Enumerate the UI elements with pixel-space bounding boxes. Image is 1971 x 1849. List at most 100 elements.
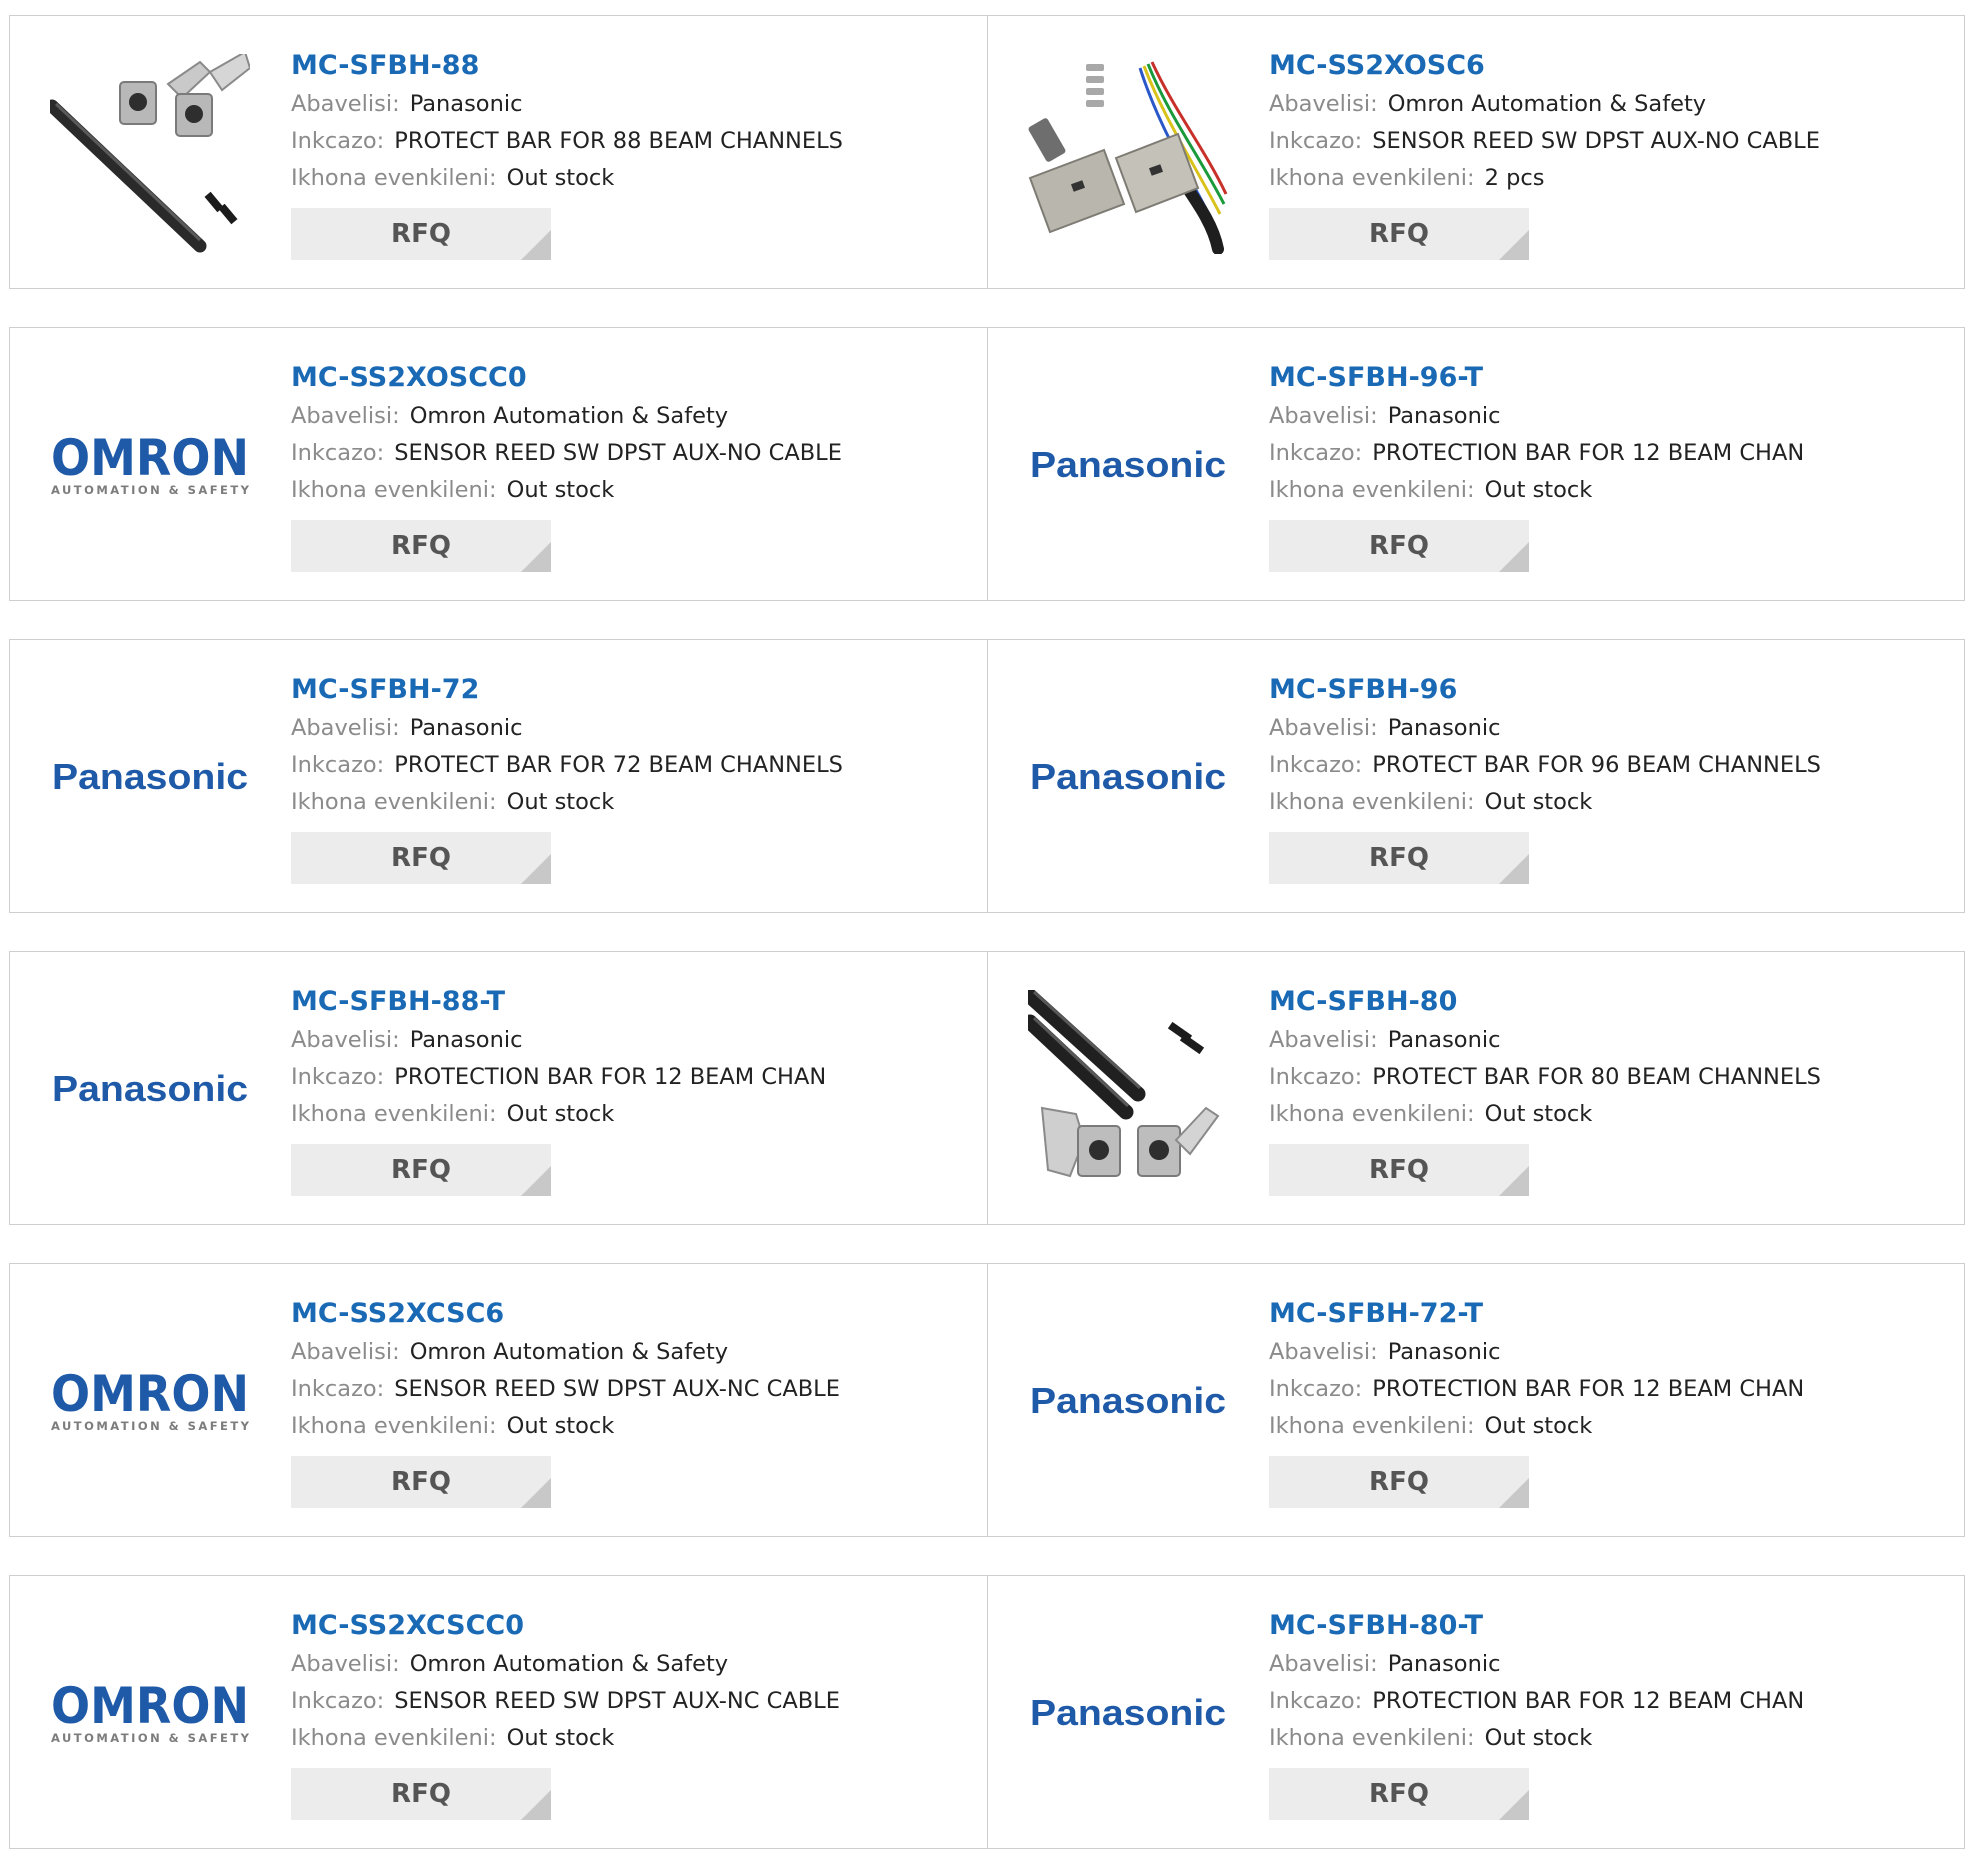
rfq-button[interactable]: RFQ: [291, 1456, 551, 1508]
stock-value: Out stock: [506, 789, 615, 815]
stock-row: Ikhona evenkileni: Out stock: [291, 1720, 977, 1757]
svg-text:Panasonic: Panasonic: [52, 756, 248, 797]
rfq-button[interactable]: RFQ: [1269, 208, 1529, 260]
rfq-button[interactable]: RFQ: [1269, 1144, 1529, 1196]
rfq-label: RFQ: [391, 1155, 451, 1185]
svg-text:Panasonic: Panasonic: [1030, 1380, 1226, 1421]
product-image[interactable]: Panasonic: [1028, 1302, 1228, 1502]
product-image[interactable]: OMRON AUTOMATION & SAFETY: [50, 1302, 250, 1502]
rfq-label: RFQ: [391, 219, 451, 249]
product-image[interactable]: Panasonic: [1028, 366, 1228, 566]
product-image[interactable]: Panasonic: [1028, 1614, 1228, 1814]
panasonic-logo: Panasonic: [1030, 1692, 1226, 1733]
product-image[interactable]: [1028, 54, 1228, 254]
product-image[interactable]: Panasonic: [1028, 678, 1228, 878]
manufacturer-row: Abavelisi: Omron Automation & Safety: [291, 1646, 977, 1683]
part-number-link[interactable]: MC-SFBH-88: [291, 46, 977, 86]
stock-value: Out stock: [1484, 1413, 1593, 1439]
svg-text:OMRON: OMRON: [51, 1367, 249, 1423]
part-number-link[interactable]: MC-SS2XCSC6: [291, 1294, 977, 1334]
rfq-button[interactable]: RFQ: [1269, 520, 1529, 572]
svg-text:AUTOMATION & SAFETY: AUTOMATION & SAFETY: [51, 483, 250, 497]
corner-triangle-icon: [521, 1790, 551, 1820]
part-number-link[interactable]: MC-SFBH-72-T: [1269, 1294, 1954, 1334]
rfq-button[interactable]: RFQ: [291, 208, 551, 260]
omron-logo: OMRONAUTOMATION & SAFETY: [51, 1367, 250, 1433]
product-image[interactable]: [50, 54, 250, 254]
stock-value: 2 pcs: [1484, 165, 1545, 191]
product-image[interactable]: OMRON AUTOMATION & SAFETY: [50, 1614, 250, 1814]
manufacturer-label: Abavelisi:: [291, 91, 400, 117]
stock-value: Out stock: [1484, 1101, 1593, 1127]
stock-row: Ikhona evenkileni: Out stock: [291, 1408, 977, 1445]
part-number-link[interactable]: MC-SS2XOSCC0: [291, 358, 977, 398]
corner-triangle-icon: [521, 1166, 551, 1196]
stock-row: Ikhona evenkileni: Out stock: [1269, 784, 1954, 821]
description-row: Inkcazo: PROTECTION BAR FOR 12 BEAM CHAN: [1269, 435, 1954, 472]
description-row: Inkcazo: SENSOR REED SW DPST AUX-NO CABLE: [1269, 123, 1954, 160]
stock-label: Ikhona evenkileni:: [1269, 1725, 1475, 1751]
description-value: PROTECT BAR FOR 72 BEAM CHANNELS: [394, 752, 843, 778]
rfq-button[interactable]: RFQ: [1269, 1456, 1529, 1508]
stock-value: Out stock: [506, 477, 615, 503]
stock-row: Ikhona evenkileni: Out stock: [291, 1096, 977, 1133]
svg-text:Panasonic: Panasonic: [52, 1068, 248, 1109]
manufacturer-label: Abavelisi:: [291, 1339, 400, 1365]
product-image[interactable]: OMRON AUTOMATION & SAFETY: [50, 366, 250, 566]
rfq-label: RFQ: [391, 531, 451, 561]
description-value: PROTECT BAR FOR 88 BEAM CHANNELS: [394, 128, 843, 154]
part-number-link[interactable]: MC-SFBH-88-T: [291, 982, 977, 1022]
manufacturer-label: Abavelisi:: [1269, 403, 1378, 429]
corner-triangle-icon: [1499, 1478, 1529, 1508]
part-number-link[interactable]: MC-SFBH-96-T: [1269, 358, 1954, 398]
product-card: Panasonic MC-SFBH-72-T Abavelisi: Panason…: [987, 1264, 1964, 1536]
rfq-button[interactable]: RFQ: [1269, 1768, 1529, 1820]
description-label: Inkcazo:: [1269, 1064, 1363, 1090]
product-card: OMRON AUTOMATION & SAFETY MC-SS2XOSCC0 Ab…: [10, 328, 987, 600]
rfq-button[interactable]: RFQ: [1269, 832, 1529, 884]
description-row: Inkcazo: PROTECT BAR FOR 88 BEAM CHANNELS: [291, 123, 977, 160]
description-value: SENSOR REED SW DPST AUX-NC CABLE: [394, 1376, 840, 1402]
rfq-button[interactable]: RFQ: [291, 1144, 551, 1196]
part-number-link[interactable]: MC-SS2XCSCC0: [291, 1606, 977, 1646]
manufacturer-row: Abavelisi: Omron Automation & Safety: [291, 1334, 977, 1371]
product-image[interactable]: [1028, 990, 1228, 1190]
product-card: Panasonic MC-SFBH-96-T Abavelisi: Panason…: [987, 328, 1964, 600]
manufacturer-value: Panasonic: [409, 91, 523, 117]
part-number-link[interactable]: MC-SFBH-72: [291, 670, 977, 710]
part-number-link[interactable]: MC-SFBH-96: [1269, 670, 1954, 710]
corner-triangle-icon: [1499, 854, 1529, 884]
stock-label: Ikhona evenkileni:: [291, 477, 497, 503]
product-info: MC-SFBH-96-T Abavelisi: Panasonic Inkcazo…: [1269, 358, 1954, 572]
part-number-link[interactable]: MC-SFBH-80-T: [1269, 1606, 1954, 1646]
description-row: Inkcazo: SENSOR REED SW DPST AUX-NO CABLE: [291, 435, 977, 472]
corner-triangle-icon: [521, 230, 551, 260]
part-number-link[interactable]: MC-SFBH-80: [1269, 982, 1954, 1022]
svg-text:OMRON: OMRON: [51, 431, 249, 487]
stock-row: Ikhona evenkileni: Out stock: [291, 784, 977, 821]
product-image[interactable]: Panasonic: [50, 990, 250, 1190]
product-info: MC-SFBH-80 Abavelisi: Panasonic Inkcazo: P…: [1269, 982, 1954, 1196]
product-row: MC-SFBH-88 Abavelisi: Panasonic Inkcazo: P…: [9, 15, 1965, 289]
rfq-button[interactable]: RFQ: [291, 520, 551, 572]
product-info: MC-SFBH-88-T Abavelisi: Panasonic Inkcazo…: [291, 982, 977, 1196]
description-label: Inkcazo:: [291, 440, 385, 466]
product-card: MC-SFBH-80 Abavelisi: Panasonic Inkcazo: P…: [987, 952, 1964, 1224]
rfq-button[interactable]: RFQ: [291, 1768, 551, 1820]
product-info: MC-SFBH-88 Abavelisi: Panasonic Inkcazo: P…: [291, 46, 977, 260]
part-number-link[interactable]: MC-SS2XOSC6: [1269, 46, 1954, 86]
product-image[interactable]: Panasonic: [50, 678, 250, 878]
manufacturer-value: Omron Automation & Safety: [409, 1339, 729, 1365]
manufacturer-value: Panasonic: [1387, 1339, 1501, 1365]
manufacturer-value: Omron Automation & Safety: [1387, 91, 1707, 117]
product-info: MC-SS2XCSC6 Abavelisi: Omron Automation &…: [291, 1294, 977, 1508]
manufacturer-row: Abavelisi: Omron Automation & Safety: [291, 398, 977, 435]
description-value: PROTECTION BAR FOR 12 BEAM CHAN: [1372, 440, 1805, 466]
product-card: MC-SS2XOSC6 Abavelisi: Omron Automation &…: [987, 16, 1964, 288]
reed-sensor-photo: [1028, 61, 1228, 254]
product-grid: MC-SFBH-88 Abavelisi: Panasonic Inkcazo: P…: [0, 0, 1971, 1849]
stock-label: Ikhona evenkileni:: [291, 1725, 497, 1751]
rfq-button[interactable]: RFQ: [291, 832, 551, 884]
corner-triangle-icon: [1499, 1790, 1529, 1820]
protect-bar-photo: [50, 54, 250, 253]
